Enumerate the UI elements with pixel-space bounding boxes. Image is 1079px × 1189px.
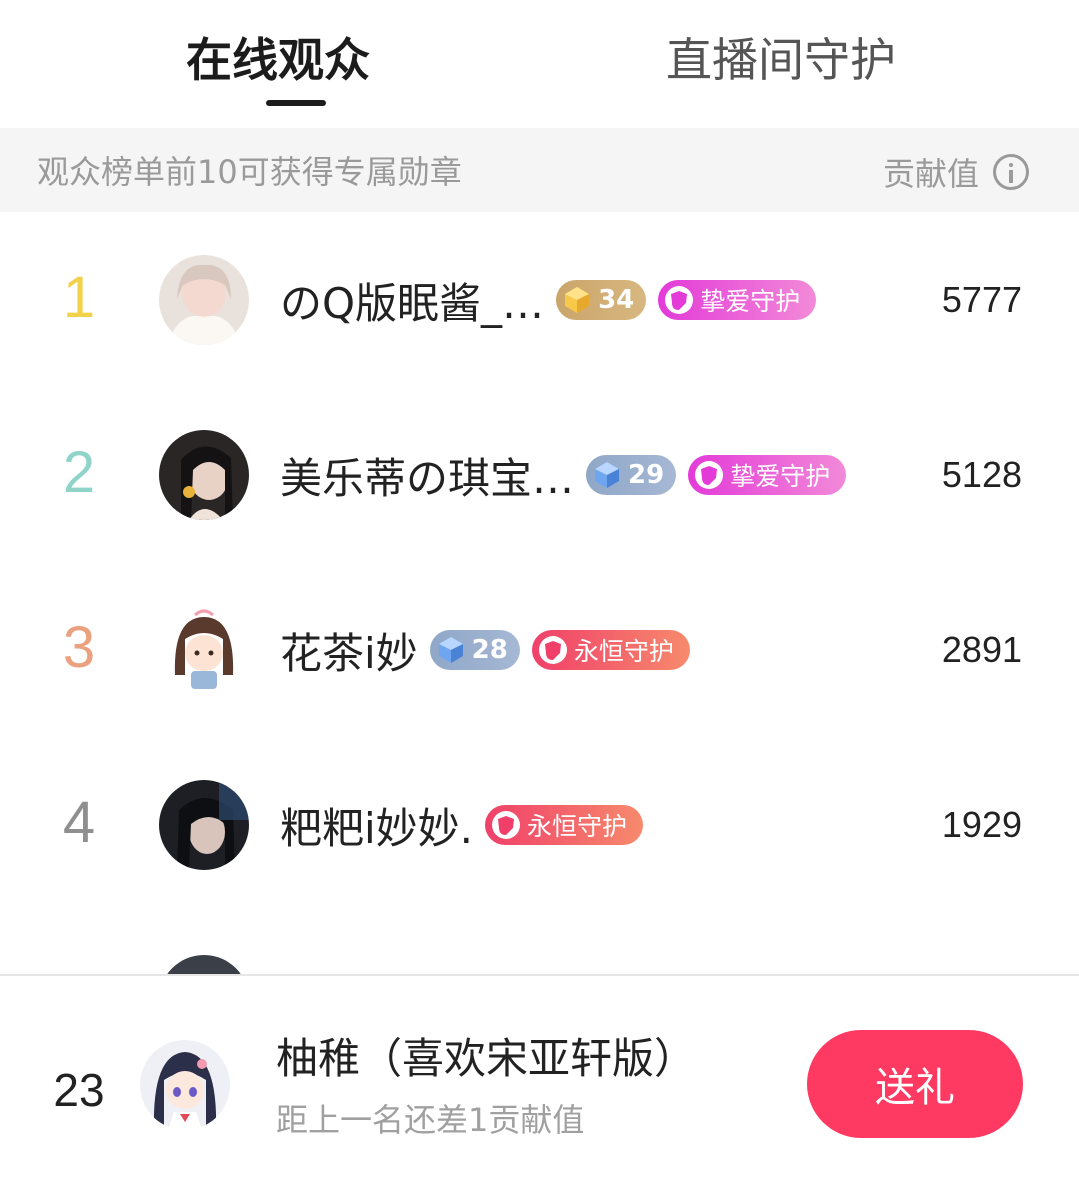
list-item[interactable]: 2 美乐蒂の琪宝… 29 挚爱守护 5128 (0, 387, 1079, 562)
contribution-value: 5128 (941, 454, 1022, 495)
guard-badge: 挚爱守护 (658, 280, 817, 320)
row-content: 粑粑i妙妙. 永恒守护 (280, 792, 644, 858)
row-content: 美乐蒂の琪宝… 29 挚爱守护 (280, 442, 847, 508)
blue-gem-icon (436, 635, 466, 665)
guard-badge: 永恒守护 (485, 805, 644, 845)
shield-icon (664, 285, 694, 315)
user-name: のQ版眠酱_… (280, 278, 545, 328)
contribution-value: 1929 (941, 804, 1022, 845)
shield-icon (491, 810, 521, 840)
guard-label: 永恒守护 (573, 637, 674, 666)
avatar[interactable] (159, 780, 249, 870)
rank-gap-hint: 距上一名还差1贡献值 (276, 1101, 585, 1139)
user-name: 粑粑i妙妙. (280, 803, 474, 853)
shield-icon (694, 460, 724, 490)
shield-icon (538, 635, 568, 665)
rank-number: 2 (62, 440, 96, 505)
tab-room-guardians[interactable]: 直播间守护 (666, 30, 896, 90)
gold-gem-icon (562, 285, 592, 315)
list-item[interactable]: 4 粑粑i妙妙. 永恒守护 1929 (0, 737, 1079, 912)
rank-number: 1 (62, 265, 96, 330)
contribution-value: 2891 (941, 629, 1022, 670)
avatar[interactable] (159, 605, 249, 695)
my-rank-bar: 23 柚稚（喜欢宋亚轩版） 距上一名还差1贡献值 送礼 (0, 976, 1079, 1189)
blue-gem-icon (592, 460, 622, 490)
level-badge: 29 (586, 455, 677, 495)
level-number: 28 (471, 635, 508, 665)
guard-label: 挚爱守护 (700, 287, 801, 316)
leaderboard-info-bar: 观众榜单前10可获得专属勋章 贡献值 (0, 128, 1079, 212)
leaderboard-hint: 观众榜单前10可获得专属勋章 (37, 153, 462, 191)
level-badge: 28 (429, 630, 520, 670)
guard-badge: 永恒守护 (531, 630, 690, 670)
avatar[interactable] (159, 255, 249, 345)
tab-bar: 在线观众 直播间守护 (0, 0, 1079, 128)
contribution-label: 贡献值 (882, 155, 979, 193)
contribution-help[interactable]: 贡献值 (883, 150, 1029, 194)
user-name: 美乐蒂の琪宝… (280, 453, 575, 503)
guard-badge: 挚爱守护 (688, 455, 847, 495)
list-item[interactable]: 1 のQ版眠酱_… 34 挚爱守护 5777 (0, 212, 1079, 387)
my-name: 柚稚（喜欢宋亚轩版） (276, 1034, 697, 1083)
level-number: 29 (628, 460, 665, 490)
rank-number: 4 (62, 790, 96, 855)
row-content: 花茶i妙 28 永恒守护 (280, 617, 690, 683)
list-item[interactable]: 3 花茶i妙 28 永恒守护 2891 (0, 562, 1079, 737)
tab-online-audience[interactable]: 在线观众 (186, 30, 370, 90)
contribution-value: 5777 (941, 279, 1022, 320)
guard-label: 挚爱守护 (730, 462, 831, 491)
send-gift-button[interactable]: 送礼 (807, 1030, 1023, 1138)
guard-label: 永恒守护 (527, 812, 628, 841)
level-number: 34 (598, 285, 635, 315)
my-avatar[interactable] (140, 1040, 230, 1130)
active-tab-indicator (266, 100, 326, 106)
row-content: のQ版眠酱_… 34 挚爱守护 (280, 267, 817, 333)
level-badge: 34 (556, 280, 647, 320)
info-icon[interactable] (993, 154, 1029, 190)
user-name: 花茶i妙 (280, 628, 418, 678)
avatar[interactable] (159, 430, 249, 520)
rank-number: 3 (62, 615, 96, 680)
my-rank-number: 23 (53, 1064, 105, 1116)
